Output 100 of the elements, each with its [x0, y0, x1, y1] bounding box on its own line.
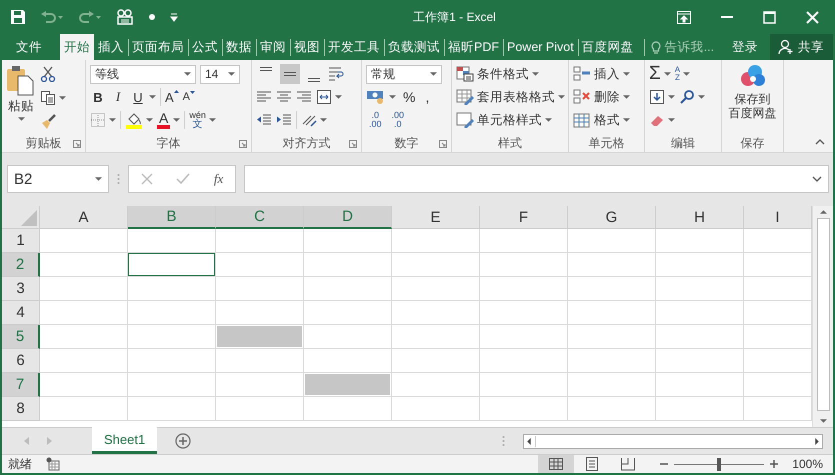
table-cell[interactable] [304, 229, 392, 253]
brush-icon[interactable] [40, 114, 56, 130]
table-cell[interactable] [392, 253, 480, 277]
share-button[interactable]: 共享 [770, 34, 833, 60]
ribbon-tab[interactable]: 福昕PDF [444, 34, 503, 60]
cancel-icon[interactable] [140, 173, 153, 185]
table-cell[interactable] [480, 253, 568, 277]
insert-function-button[interactable]: fx [214, 171, 224, 187]
expand-icon[interactable] [812, 176, 822, 182]
table-cell[interactable] [40, 229, 128, 253]
italic-button[interactable]: I [110, 89, 126, 105]
ribbon-tab[interactable]: 公式 [188, 34, 222, 60]
caret-icon[interactable] [683, 72, 690, 76]
caret-icon[interactable] [320, 118, 327, 122]
ribbon-tab[interactable]: 数据 [222, 34, 256, 60]
macro-record-icon[interactable] [46, 457, 60, 471]
ribbon-tab[interactable]: 开发工具 [324, 34, 384, 60]
table-cell[interactable] [480, 277, 568, 301]
table-cell[interactable] [568, 373, 656, 397]
font-name-field[interactable]: 等线 [90, 64, 196, 84]
merge-cells-icon[interactable] [316, 89, 332, 105]
ribbon-tab[interactable]: 页面布局 [128, 34, 188, 60]
dialog-launcher-icon[interactable] [349, 140, 357, 148]
selected-cell[interactable] [216, 325, 304, 349]
table-cell[interactable] [392, 397, 480, 421]
zoom-in-icon[interactable] [770, 460, 778, 468]
table-cell[interactable] [656, 253, 744, 277]
fill-down-icon[interactable] [649, 89, 665, 105]
column-header[interactable]: E [392, 206, 480, 229]
table-cell[interactable] [128, 301, 216, 325]
search-icon[interactable] [679, 89, 695, 105]
customize-icon[interactable] [170, 12, 178, 22]
table-cell[interactable] [656, 229, 744, 253]
table-cell[interactable] [216, 349, 304, 373]
redo-icon[interactable] [78, 10, 102, 24]
sign-in-link[interactable]: 登录 [720, 34, 770, 60]
table-cell[interactable] [480, 373, 568, 397]
number-format-field[interactable]: 常规 [366, 64, 442, 84]
caret-icon[interactable] [173, 118, 180, 122]
ribbon-tab[interactable]: 负载测试 [384, 34, 444, 60]
form-icon[interactable] [116, 9, 134, 25]
column-header[interactable]: C [216, 206, 304, 229]
table-cell[interactable] [128, 373, 216, 397]
table-cell[interactable] [40, 325, 128, 349]
sort-button[interactable]: A Z [674, 66, 680, 82]
select-all-corner[interactable] [2, 206, 40, 229]
scroll-up-icon[interactable] [820, 210, 826, 214]
table-cell[interactable] [392, 301, 480, 325]
table-cell[interactable] [304, 253, 392, 277]
table-cell[interactable] [656, 373, 744, 397]
active-cell[interactable] [128, 253, 216, 277]
decrease-decimal-button[interactable]: .00 .0 [388, 111, 408, 129]
table-cell[interactable] [392, 325, 480, 349]
scroll-right-icon[interactable] [815, 438, 819, 444]
add-sheet-icon[interactable] [175, 433, 192, 449]
caret-icon[interactable] [149, 95, 156, 99]
caret-icon[interactable] [698, 95, 705, 99]
undo-icon[interactable] [40, 10, 64, 24]
increase-decimal-button[interactable]: .0 .00 [366, 111, 385, 129]
save-to-cloud-button[interactable]: 保存到 百度网盘 [726, 64, 779, 134]
collapse-ribbon-icon[interactable] [815, 139, 825, 145]
column-header[interactable]: I [744, 206, 812, 229]
zoom-level[interactable]: 100% [792, 457, 833, 471]
table-cell[interactable] [216, 229, 304, 253]
scroll-thumb[interactable] [816, 218, 830, 411]
borders-icon[interactable] [90, 112, 106, 128]
shrink-font-button[interactable]: A [182, 91, 196, 103]
table-cell[interactable] [304, 397, 392, 421]
font-color-button[interactable]: A [157, 112, 170, 128]
font-size-field[interactable]: 14 [200, 64, 240, 84]
percent-button[interactable]: % [400, 89, 418, 105]
underline-button[interactable]: U [130, 90, 146, 104]
middle-align-button[interactable] [280, 64, 300, 84]
selected-cell[interactable] [304, 373, 392, 397]
save-icon[interactable] [10, 9, 26, 25]
table-cell[interactable] [216, 253, 304, 277]
ribbon-tab[interactable]: 视图 [290, 34, 324, 60]
previous-sheet-icon[interactable] [24, 437, 29, 445]
delete-cells-button[interactable]: 删除 [573, 87, 640, 107]
formula-input[interactable] [244, 165, 829, 193]
table-cell[interactable] [480, 397, 568, 421]
row-header[interactable]: 7 [2, 373, 40, 397]
row-header[interactable]: 2 [2, 253, 40, 277]
insert-cells-button[interactable]: 插入 [573, 64, 640, 84]
zoom-thumb[interactable] [717, 458, 722, 470]
column-header[interactable]: A [40, 206, 128, 229]
paste-button[interactable]: 粘贴 [6, 64, 36, 134]
ribbon-tab[interactable]: 插入 [94, 34, 128, 60]
table-cell[interactable] [40, 373, 128, 397]
caret-icon[interactable] [146, 118, 153, 122]
table-cell[interactable] [128, 349, 216, 373]
row-header[interactable]: 1 [2, 229, 40, 253]
wrap-text-icon[interactable] [328, 66, 344, 82]
table-cell[interactable] [568, 301, 656, 325]
check-icon[interactable] [176, 173, 190, 185]
caret-icon[interactable] [389, 95, 396, 99]
minimize-icon[interactable] [721, 16, 733, 18]
table-cell[interactable] [304, 277, 392, 301]
scroll-down-icon[interactable] [820, 419, 826, 423]
ribbon-tab[interactable]: 百度网盘 [578, 34, 638, 60]
